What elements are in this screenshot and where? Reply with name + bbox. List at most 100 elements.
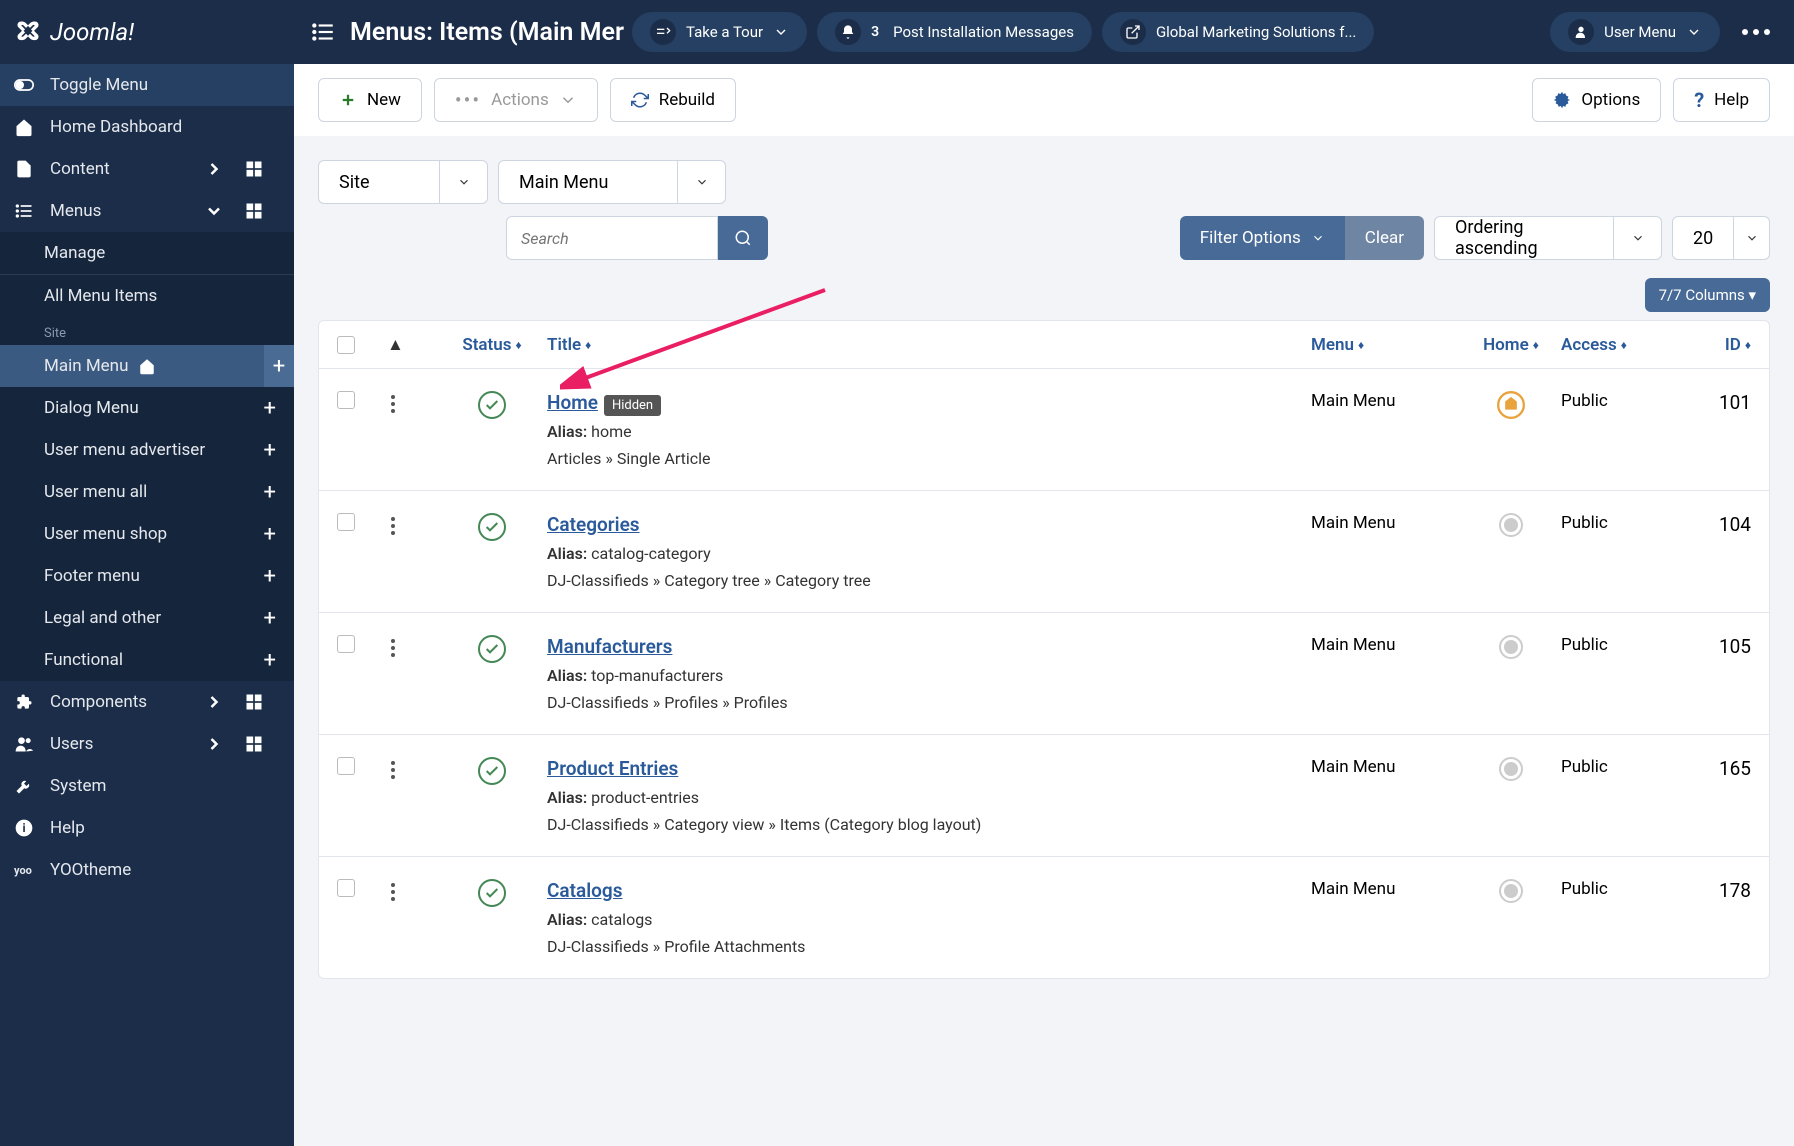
sidebar-item-user-menu-all[interactable]: User menu all+ (0, 471, 294, 513)
bell-icon (835, 19, 861, 45)
status-toggle[interactable] (478, 879, 506, 907)
sidebar-item-legal[interactable]: Legal and other+ (0, 597, 294, 639)
row-checkbox[interactable] (337, 757, 355, 775)
set-home-button[interactable] (1499, 879, 1523, 903)
item-title-link[interactable]: Categories (547, 513, 640, 536)
default-home-icon[interactable] (1497, 391, 1525, 419)
column-title[interactable]: Title♦ (547, 335, 1311, 355)
row-actions-button[interactable] (387, 757, 437, 783)
chevron-down-icon (457, 175, 471, 189)
status-toggle[interactable] (478, 757, 506, 785)
sidebar-item-all-menu-items[interactable]: All Menu Items (0, 274, 294, 316)
client-select[interactable]: Site (318, 160, 488, 204)
column-menu[interactable]: Menu♦ (1311, 335, 1461, 355)
users-icon (14, 734, 34, 754)
rebuild-button[interactable]: Rebuild (610, 78, 736, 122)
status-toggle[interactable] (478, 635, 506, 663)
sidebar-item-user-menu-advertiser[interactable]: User menu advertiser+ (0, 429, 294, 471)
grid-icon[interactable] (244, 692, 264, 712)
home-icon (14, 117, 34, 137)
site-link-button[interactable]: Global Marketing Solutions f... (1102, 12, 1374, 52)
refresh-icon (631, 91, 649, 109)
column-home[interactable]: Home♦ (1461, 335, 1561, 355)
take-tour-button[interactable]: Take a Tour (632, 12, 807, 52)
menu-select[interactable]: Main Menu (498, 160, 726, 204)
add-icon[interactable]: + (264, 345, 294, 387)
sidebar-item-components[interactable]: Components (0, 681, 294, 723)
wrench-icon (14, 776, 34, 796)
row-checkbox[interactable] (337, 879, 355, 897)
sidebar-item-main-menu[interactable]: Main Menu + (0, 345, 294, 387)
brand-logo[interactable]: Joomla! (0, 0, 294, 64)
item-title-link[interactable]: Home (547, 391, 598, 414)
grid-icon[interactable] (244, 734, 264, 754)
limit-select[interactable]: 20 (1672, 216, 1770, 260)
hidden-badge: Hidden (604, 395, 661, 416)
sidebar-item-menus[interactable]: Menus (0, 190, 294, 232)
chevron-down-icon (695, 175, 709, 189)
actions-button[interactable]: ••• Actions (434, 78, 598, 122)
ordering-select[interactable]: Ordering ascending (1434, 216, 1662, 260)
set-home-button[interactable] (1499, 513, 1523, 537)
add-icon[interactable]: + (264, 480, 276, 505)
sidebar-item-user-menu-shop[interactable]: User menu shop+ (0, 513, 294, 555)
help-button[interactable]: ? Help (1673, 78, 1770, 122)
search-button[interactable] (718, 216, 768, 260)
sidebar-item-users[interactable]: Users (0, 723, 294, 765)
sidebar-item-dialog-menu[interactable]: Dialog Menu+ (0, 387, 294, 429)
row-actions-button[interactable] (387, 635, 437, 661)
column-status[interactable]: Status♦ (437, 335, 547, 355)
chevron-down-icon (204, 201, 224, 221)
sidebar-item-manage[interactable]: Manage (0, 232, 294, 274)
sidebar-item-home[interactable]: Home Dashboard (0, 106, 294, 148)
status-toggle[interactable] (478, 513, 506, 541)
item-title-link[interactable]: Manufacturers (547, 635, 672, 658)
chevron-down-icon (1745, 231, 1759, 245)
sidebar-item-help[interactable]: i Help (0, 807, 294, 849)
item-title-link[interactable]: Catalogs (547, 879, 622, 902)
sidebar-item-system[interactable]: System (0, 765, 294, 807)
columns-button[interactable]: 7/7 Columns ▾ (1645, 278, 1770, 312)
sidebar-item-footer-menu[interactable]: Footer menu+ (0, 555, 294, 597)
home-icon (138, 357, 156, 375)
options-button[interactable]: Options (1532, 78, 1661, 122)
add-icon[interactable]: + (264, 564, 276, 589)
sidebar-item-functional[interactable]: Functional+ (0, 639, 294, 681)
search-input[interactable] (506, 216, 718, 260)
row-checkbox[interactable] (337, 391, 355, 409)
add-icon[interactable]: + (264, 648, 276, 673)
row-actions-button[interactable] (387, 391, 437, 417)
row-actions-button[interactable] (387, 879, 437, 905)
column-id[interactable]: ID♦ (1681, 335, 1751, 355)
toggle-menu-button[interactable]: Toggle Menu (0, 64, 294, 106)
add-icon[interactable]: + (264, 438, 276, 463)
add-icon[interactable]: + (264, 396, 276, 421)
column-ordering[interactable]: ▲ (387, 335, 437, 355)
filter-options-button[interactable]: Filter Options (1180, 216, 1345, 260)
row-checkbox[interactable] (337, 635, 355, 653)
grid-icon[interactable] (244, 159, 264, 179)
notifications-button[interactable]: 3 Post Installation Messages (817, 12, 1092, 52)
grid-icon[interactable] (244, 201, 264, 221)
sidebar-item-content[interactable]: Content (0, 148, 294, 190)
set-home-button[interactable] (1499, 635, 1523, 659)
add-icon[interactable]: + (264, 522, 276, 547)
more-menu-button[interactable] (1734, 21, 1778, 43)
item-type-path: DJ-Classifieds » Category tree » Categor… (547, 571, 1311, 590)
item-menu: Main Menu (1311, 757, 1461, 777)
select-all-checkbox[interactable] (337, 336, 355, 354)
user-menu-button[interactable]: User Menu (1550, 12, 1720, 52)
row-checkbox[interactable] (337, 513, 355, 531)
check-icon (484, 763, 500, 779)
item-title-link[interactable]: Product Entries (547, 757, 678, 780)
status-toggle[interactable] (478, 391, 506, 419)
row-actions-button[interactable] (387, 513, 437, 539)
add-icon[interactable]: + (264, 606, 276, 631)
set-home-button[interactable] (1499, 757, 1523, 781)
clear-button[interactable]: Clear (1345, 216, 1424, 260)
sidebar-item-yootheme[interactable]: yoo YOOtheme (0, 849, 294, 891)
column-access[interactable]: Access♦ (1561, 335, 1681, 355)
plus-icon (339, 91, 357, 109)
chevron-right-icon (204, 159, 224, 179)
new-button[interactable]: New (318, 78, 422, 122)
